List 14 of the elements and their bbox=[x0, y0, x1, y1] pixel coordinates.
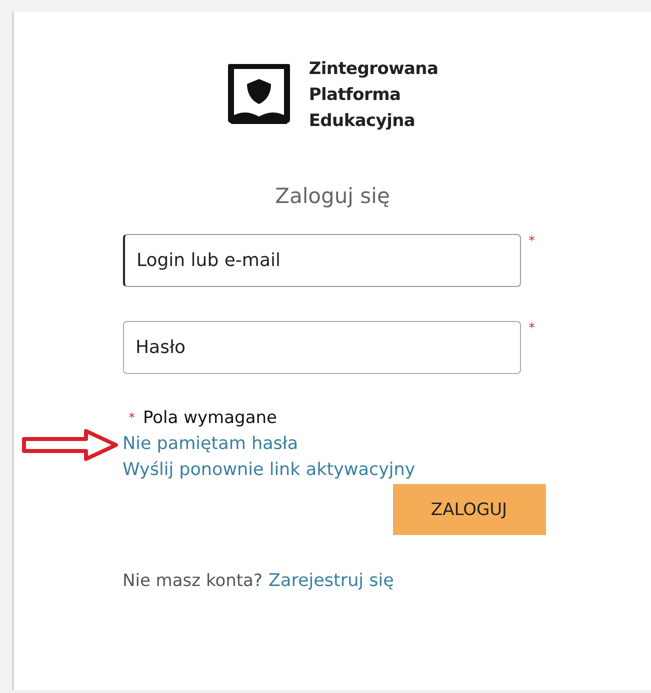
required-asterisk: * bbox=[528, 234, 535, 249]
input-field[interactable]: Login lub e-mail bbox=[122, 234, 520, 287]
login-heading: Zaloguj się bbox=[275, 184, 390, 208]
shield-book-logo-icon bbox=[226, 64, 291, 126]
required-asterisk: * bbox=[128, 410, 135, 426]
logo-text: Zintegrowana Platforma Edukacyjna bbox=[308, 58, 438, 133]
login-button[interactable]: ZALOGUJ bbox=[392, 484, 546, 535]
text-link[interactable]: Nie pamiętam hasła bbox=[122, 434, 298, 454]
required-asterisk: * bbox=[528, 321, 535, 336]
text-link[interactable]: Wyślij ponownie link aktywacyjny bbox=[122, 460, 416, 480]
register-link[interactable]: Zarejestruj się bbox=[268, 571, 394, 591]
required-fields-note: Pola wymagane bbox=[143, 408, 277, 428]
register-prompt: Nie masz konta? bbox=[122, 571, 262, 591]
input-field[interactable]: Hasło bbox=[122, 321, 520, 374]
